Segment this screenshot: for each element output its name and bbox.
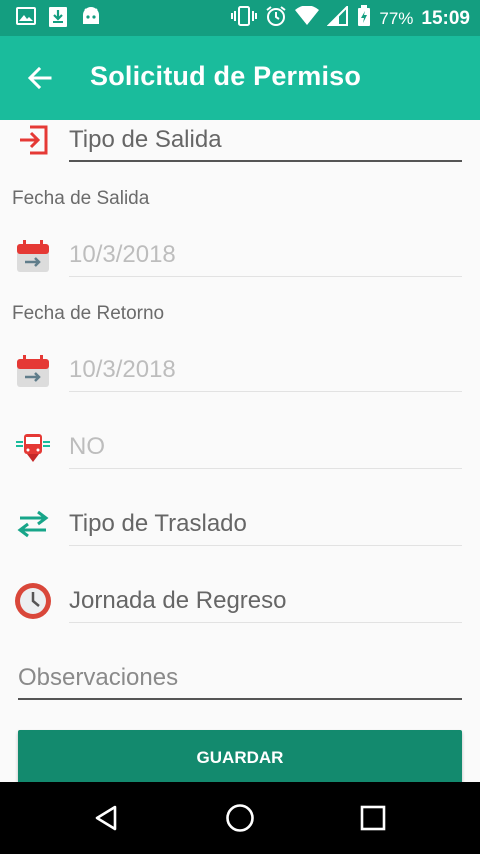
wifi-icon: [295, 5, 320, 31]
clock-icon: [13, 581, 53, 621]
nav-back-button[interactable]: [82, 796, 130, 840]
calendar-icon[interactable]: [13, 351, 53, 391]
nav-home-button[interactable]: [216, 796, 264, 840]
screen: 77% 15:09 Solicitud de Permiso Tipo de S…: [0, 0, 480, 854]
square-recents-icon: [360, 805, 386, 831]
battery-icon: [357, 5, 371, 32]
fecha-retorno-field[interactable]: 10/3/2018: [69, 350, 462, 392]
back-button[interactable]: [18, 56, 62, 100]
vibrate-icon: [231, 5, 258, 32]
alarm-icon: [265, 5, 287, 32]
navigation-bar: [0, 782, 480, 854]
transporte-field[interactable]: NO: [69, 427, 462, 469]
status-bar: 77% 15:09: [0, 0, 480, 36]
calendar-icon[interactable]: [13, 236, 53, 276]
circle-home-icon: [226, 804, 254, 832]
app-bar: Solicitud de Permiso: [0, 36, 480, 120]
gallery-icon: [16, 6, 36, 33]
tipo-traslado-field[interactable]: Tipo de Traslado: [69, 504, 462, 546]
nav-recents-button[interactable]: [349, 796, 397, 840]
arrow-left-icon: [27, 66, 52, 90]
save-button[interactable]: GUARDAR: [18, 730, 462, 786]
fecha-salida-label: Fecha de Salida: [12, 188, 150, 209]
system-icons: 77% 15:09: [231, 4, 470, 32]
jornada-regreso-field[interactable]: Jornada de Regreso: [69, 581, 462, 623]
exit-icon: [13, 120, 53, 160]
android-icon: [80, 6, 102, 33]
notification-icons: [16, 6, 102, 33]
observaciones-field[interactable]: Observaciones: [18, 658, 462, 700]
page-title: Solicitud de Permiso: [90, 61, 362, 91]
triangle-back-icon: [95, 805, 117, 831]
battery-percent: 77%: [379, 8, 414, 28]
tipo-salida-field[interactable]: Tipo de Salida: [69, 120, 462, 162]
clock-time: 15:09: [421, 7, 470, 29]
fecha-salida-field[interactable]: 10/3/2018: [69, 235, 462, 277]
signal-icon: [326, 4, 349, 31]
swap-arrows-icon: [13, 504, 53, 544]
download-icon: [48, 6, 68, 33]
bus-icon: [13, 427, 53, 467]
fecha-retorno-label: Fecha de Retorno: [12, 303, 165, 324]
